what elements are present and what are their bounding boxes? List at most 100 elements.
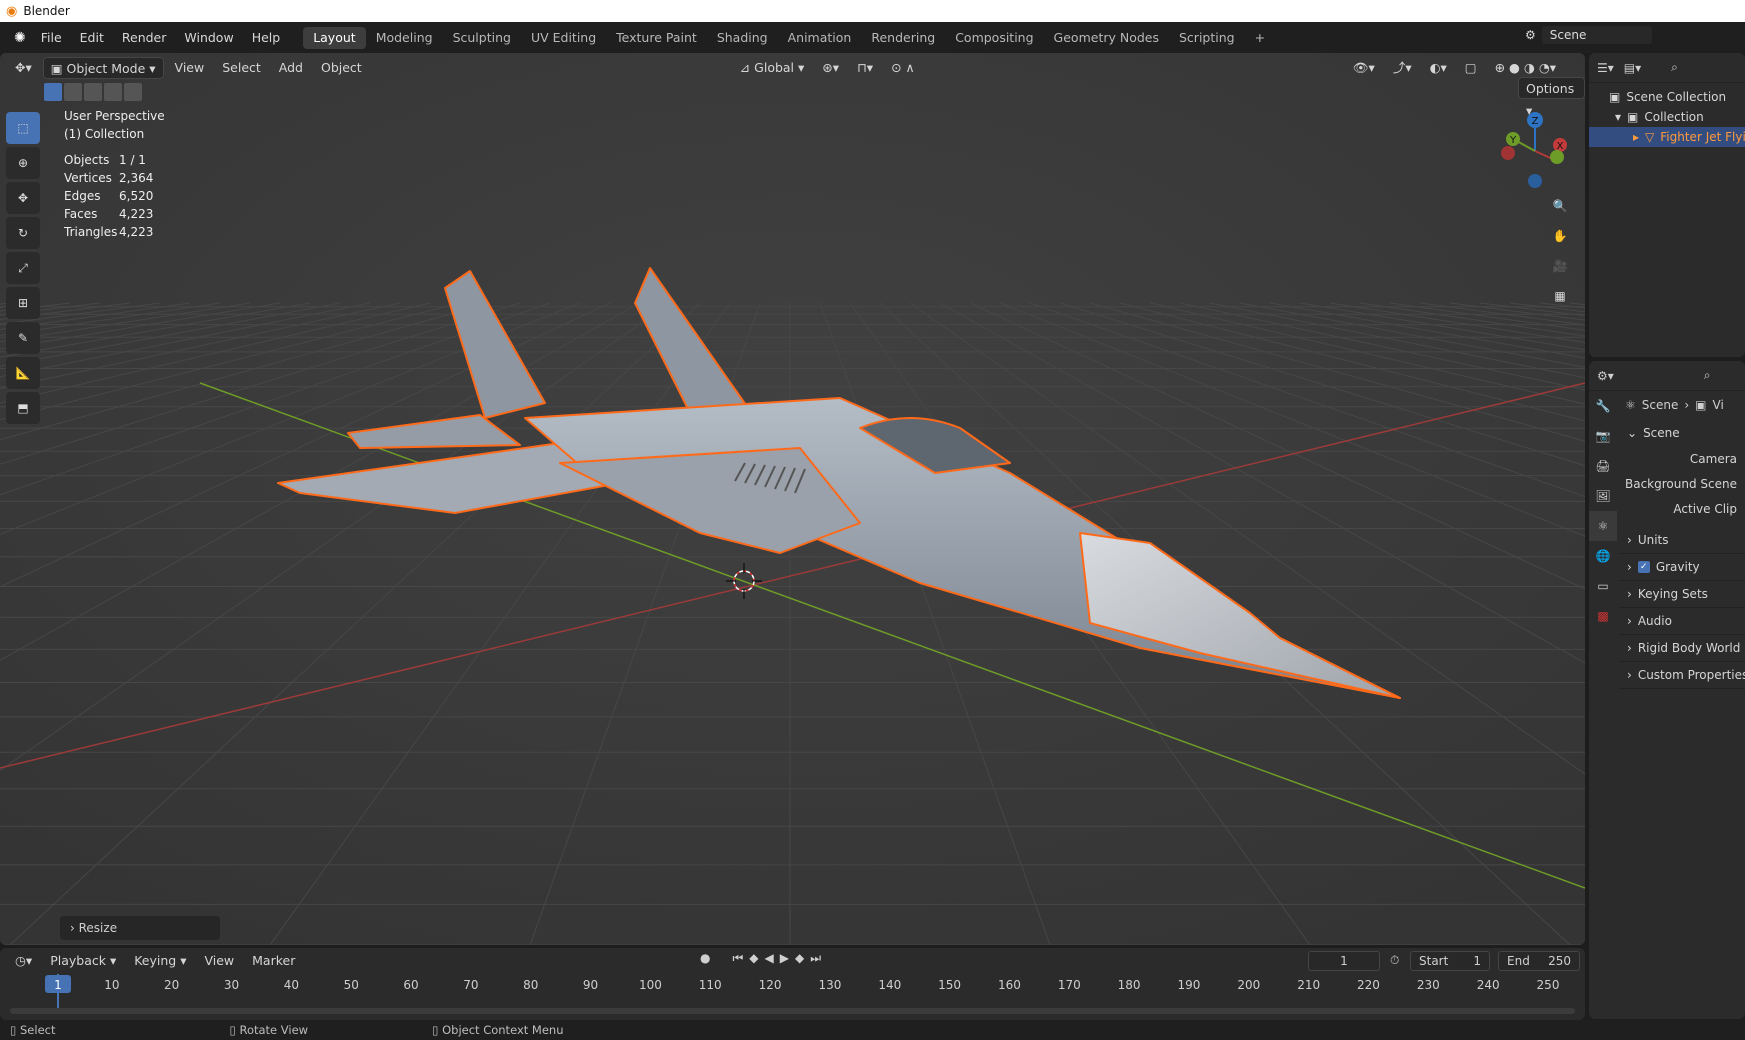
annotate-tool-icon[interactable]: ✎ — [6, 322, 40, 354]
jump-end-icon[interactable]: ⏭ — [810, 951, 821, 966]
world-tab-icon[interactable]: 🌐 — [1589, 541, 1617, 571]
select-extend-icon[interactable] — [64, 83, 82, 101]
visibility-icon[interactable]: 👁▾ — [1346, 57, 1382, 79]
rotate-tool-icon[interactable]: ↻ — [6, 217, 40, 249]
marker-menu[interactable]: Marker — [245, 950, 302, 972]
mode-dropdown[interactable]: ▣ Object Mode ▾ — [42, 57, 164, 79]
menu-select[interactable]: Select — [215, 57, 268, 79]
display-mode-icon[interactable]: ▤▾ — [1624, 61, 1641, 75]
units-section[interactable]: › Units — [1619, 527, 1745, 554]
select-intersect-icon[interactable] — [124, 83, 142, 101]
output-tab-icon[interactable]: 🖨 — [1589, 451, 1617, 481]
scene-tab-icon[interactable]: ⚛ — [1589, 511, 1617, 541]
menu-object[interactable]: Object — [314, 57, 369, 79]
cursor-tool-icon[interactable]: ⊕ — [6, 147, 40, 179]
shading-modes[interactable]: ⊕ ● ◑ ◔▾ — [1488, 57, 1563, 79]
pan-hand-icon[interactable]: ✋ — [1547, 223, 1573, 249]
outliner-item-collection[interactable]: ▾ ▣ Collection — [1589, 107, 1745, 127]
tab-uv-editing[interactable]: UV Editing — [521, 27, 606, 49]
expand-arrow-icon[interactable]: ▾ — [1615, 107, 1621, 127]
ortho-grid-icon[interactable]: ▦ — [1547, 283, 1573, 309]
stopwatch-icon[interactable]: ⏱ — [1390, 953, 1399, 968]
3d-viewport[interactable]: Z Y X ✥▾ ▣ Object Mode ▾ View Select Add… — [0, 53, 1585, 945]
add-cube-tool-icon[interactable]: ⬒ — [6, 392, 40, 424]
editor-type-icon[interactable]: ✥▾ — [8, 57, 39, 79]
current-frame-field[interactable]: 1 — [1308, 951, 1380, 971]
play-reverse-icon[interactable]: ◀ — [765, 951, 774, 966]
transform-tool-icon[interactable]: ⊞ — [6, 287, 40, 319]
expand-arrow-icon[interactable]: ▸ — [1633, 127, 1639, 147]
blender-menu-icon[interactable]: ✺ — [8, 30, 32, 46]
menu-view[interactable]: View — [168, 57, 212, 79]
rigid-body-world-section[interactable]: › Rigid Body World — [1619, 635, 1745, 662]
properties-search-icon[interactable]: ⌕ — [1704, 368, 1711, 383]
tab-scripting[interactable]: Scripting — [1169, 27, 1245, 49]
menu-file[interactable]: File — [32, 27, 71, 49]
tool-tab-icon[interactable]: 🔧 — [1589, 391, 1617, 421]
tab-compositing[interactable]: Compositing — [945, 27, 1043, 49]
gravity-checkbox[interactable]: ✓ — [1637, 561, 1650, 573]
snap-icon[interactable]: ⊓▾ — [850, 57, 880, 79]
end-frame-field[interactable]: End 250 — [1498, 951, 1580, 971]
timeline-scrollbar[interactable] — [10, 1008, 1575, 1014]
keying-menu[interactable]: Keying ▾ — [127, 950, 193, 972]
select-box-tool-icon[interactable]: ⬚ — [6, 112, 40, 144]
view-menu[interactable]: View — [197, 950, 241, 972]
audio-section[interactable]: › Audio — [1619, 608, 1745, 635]
texture-tab-icon[interactable]: ▩ — [1589, 601, 1617, 631]
menu-window[interactable]: Window — [175, 27, 242, 49]
add-workspace-button[interactable]: + — [1245, 27, 1275, 49]
last-operator-panel[interactable]: › Resize — [60, 916, 220, 940]
playback-menu[interactable]: Playback ▾ — [43, 950, 123, 972]
jump-start-icon[interactable]: ⏮ — [732, 951, 743, 966]
camera-view-icon[interactable]: 🎥 — [1547, 253, 1573, 279]
start-frame-field[interactable]: Start 1 — [1410, 951, 1490, 971]
tab-modeling[interactable]: Modeling — [366, 27, 443, 49]
outliner-item-fighter-jet[interactable]: ▸ ▽ Fighter Jet Flyi — [1589, 127, 1745, 147]
active-clip-field-label[interactable]: Active Clip — [1619, 496, 1745, 521]
select-subtract-icon[interactable] — [84, 83, 102, 101]
move-tool-icon[interactable]: ✥ — [6, 182, 40, 214]
tab-sculpting[interactable]: Sculpting — [443, 27, 521, 49]
tab-geometry-nodes[interactable]: Geometry Nodes — [1044, 27, 1169, 49]
properties-editor-icon[interactable]: ⚙▾ — [1597, 369, 1614, 383]
menu-render[interactable]: Render — [113, 27, 176, 49]
viewport-scene[interactable]: Z Y X — [0, 53, 1585, 945]
zoom-icon[interactable]: 🔍 — [1547, 193, 1573, 219]
scene-name-field[interactable]: Scene — [1541, 26, 1652, 44]
pivot-icon[interactable]: ⊛▾ — [815, 57, 846, 79]
menu-help[interactable]: Help — [243, 27, 290, 49]
scene-icon[interactable]: ⚙ — [1525, 28, 1536, 42]
gravity-section[interactable]: › ✓ Gravity — [1619, 554, 1745, 581]
next-keyframe-icon[interactable]: ◆ — [795, 951, 804, 966]
options-dropdown[interactable]: Options ▾ — [1518, 77, 1585, 118]
play-icon[interactable]: ▶ — [780, 951, 789, 966]
select-new-icon[interactable] — [44, 83, 62, 101]
gizmo-neg-x[interactable] — [1501, 146, 1515, 160]
keying-sets-section[interactable]: › Keying Sets — [1619, 581, 1745, 608]
select-invert-icon[interactable] — [104, 83, 122, 101]
timeline-editor-icon[interactable]: ◷▾ — [8, 950, 39, 972]
tab-animation[interactable]: Animation — [778, 27, 862, 49]
menu-edit[interactable]: Edit — [71, 27, 113, 49]
camera-field-label[interactable]: Camera — [1619, 446, 1745, 471]
outliner-editor-icon[interactable]: ☰▾ — [1597, 61, 1614, 75]
xray-icon[interactable]: ▢ — [1458, 57, 1484, 79]
tab-layout[interactable]: Layout — [303, 26, 366, 49]
scale-tool-icon[interactable]: ⤢ — [6, 252, 40, 284]
custom-properties-section[interactable]: › Custom Properties — [1619, 662, 1745, 689]
outliner-search-icon[interactable]: ⌕ — [1671, 60, 1678, 75]
background-scene-field-label[interactable]: Background Scene — [1619, 471, 1745, 496]
collection-tab-icon[interactable]: ▭ — [1589, 571, 1617, 601]
render-tab-icon[interactable]: 📷 — [1589, 421, 1617, 451]
outliner-item-scene-collection[interactable]: ▣ Scene Collection — [1589, 87, 1745, 107]
gizmo-neg-y[interactable] — [1550, 150, 1564, 164]
proportional-edit-icon[interactable]: ⊙ ∧ — [884, 57, 922, 79]
measure-tool-icon[interactable]: 📐 — [6, 357, 40, 389]
timeline-ruler[interactable]: 1 10 20 30 40 50 60 70 80 90 100 110 120 130 140 150 160… — [0, 974, 1585, 1020]
overlay-toggle-icon[interactable]: ◐▾ — [1423, 57, 1454, 79]
menu-add[interactable]: Add — [272, 57, 310, 79]
tab-texture-paint[interactable]: Texture Paint — [606, 27, 707, 49]
view-layer-tab-icon[interactable]: 🖼 — [1589, 481, 1617, 511]
orientation-dropdown[interactable]: ⊿ Global ▾ — [733, 57, 812, 79]
